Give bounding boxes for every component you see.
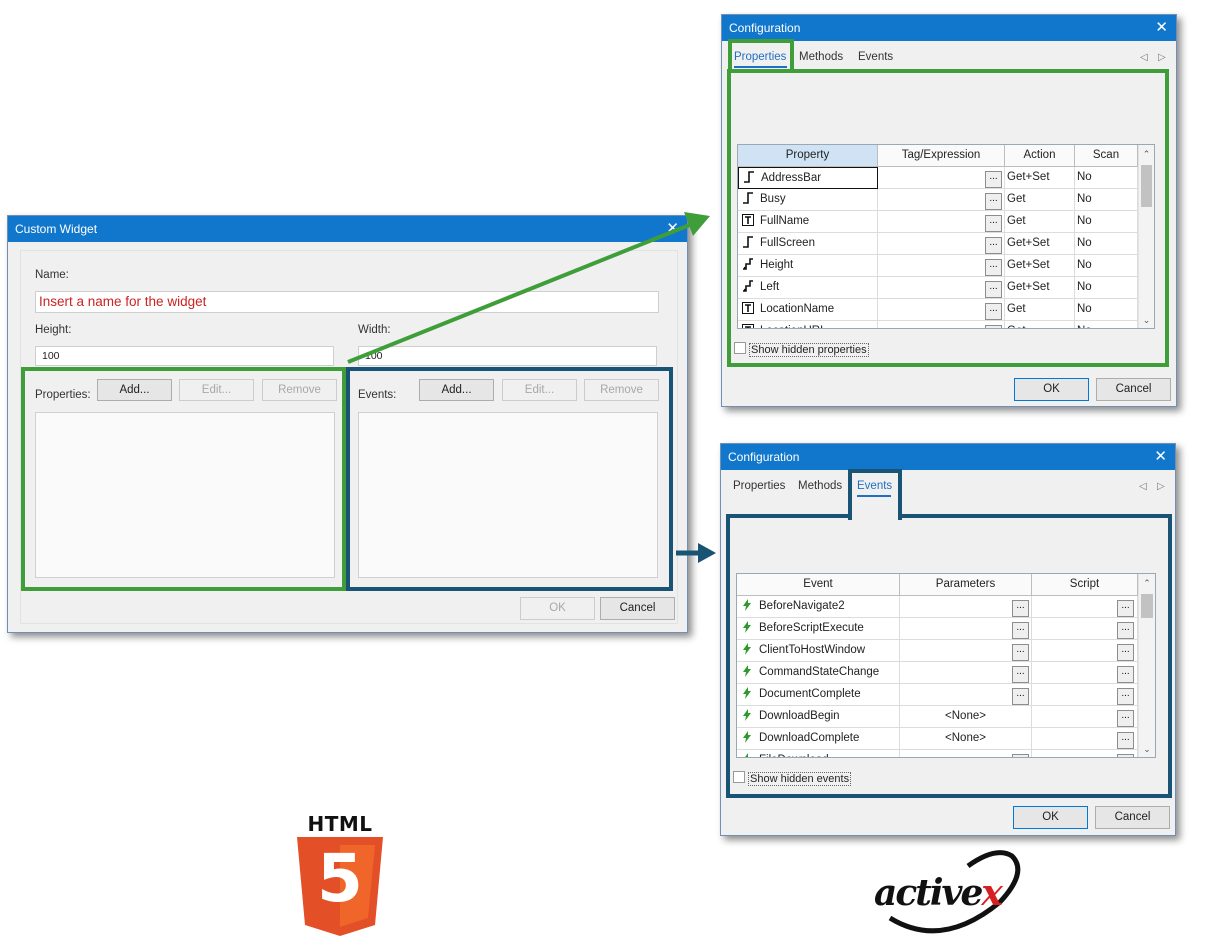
activex-logo: activex [872,848,1032,938]
name-input[interactable]: Insert a name for the widget [35,291,659,313]
highlight-seam [852,510,898,520]
tab-methods[interactable]: Methods [798,480,842,492]
tab-scroll-right-icon[interactable]: ▷ [1158,52,1166,63]
config-events-title: Configuration [728,450,800,464]
html5-logo: HTML 5 [295,812,385,937]
events-panel-highlight [726,514,1172,798]
events-highlight-frame [346,367,673,591]
properties-tab-highlight [728,39,794,73]
properties-panel-highlight [727,69,1169,367]
config-properties-title-bar[interactable]: Configuration ✕ [722,15,1176,41]
config-properties-dialog: Configuration ✕ Properties Methods Event… [721,14,1177,407]
config-events-title-bar[interactable]: Configuration ✕ [721,444,1175,470]
cancel-button[interactable]: Cancel [1095,806,1170,829]
config-properties-title: Configuration [729,21,801,35]
close-icon[interactable]: ✕ [1155,15,1168,41]
tab-methods[interactable]: Methods [799,51,843,63]
activex-word-x: x [981,872,1003,914]
height-label: Height: [35,324,72,336]
activex-word-base: active [874,872,983,914]
custom-widget-title: Custom Widget [15,222,98,236]
close-icon[interactable]: ✕ [666,216,679,242]
close-icon[interactable]: ✕ [1154,444,1167,470]
custom-widget-dialog: Custom Widget ✕ Name: Insert a name for … [7,215,688,633]
cancel-button[interactable]: Cancel [600,597,675,620]
tab-scroll-left-icon[interactable]: ◁ [1139,481,1147,492]
tab-events[interactable]: Events [858,51,893,63]
ok-button[interactable]: OK [1014,378,1089,401]
width-label: Width: [358,324,391,336]
activex-word: activex [874,872,1003,914]
name-placeholder: Insert a name for the widget [39,294,207,309]
tab-scroll-right-icon[interactable]: ▷ [1157,481,1165,492]
tab-scroll-left-icon[interactable]: ◁ [1140,52,1148,63]
html5-digit: 5 [317,840,363,917]
ok-button[interactable]: OK [520,597,595,620]
ok-button[interactable]: OK [1013,806,1088,829]
properties-highlight-frame [21,367,346,591]
html5-word: HTML [307,812,373,836]
navy-arrowhead-icon [698,543,716,563]
height-input[interactable]: 100 [35,346,334,366]
cancel-button[interactable]: Cancel [1096,378,1171,401]
width-input[interactable]: 100 [358,346,657,366]
tab-properties[interactable]: Properties [733,480,785,492]
custom-widget-title-bar[interactable]: Custom Widget ✕ [8,216,687,242]
config-events-dialog: Configuration ✕ Properties Methods Event… [720,443,1176,836]
name-label: Name: [35,269,69,281]
